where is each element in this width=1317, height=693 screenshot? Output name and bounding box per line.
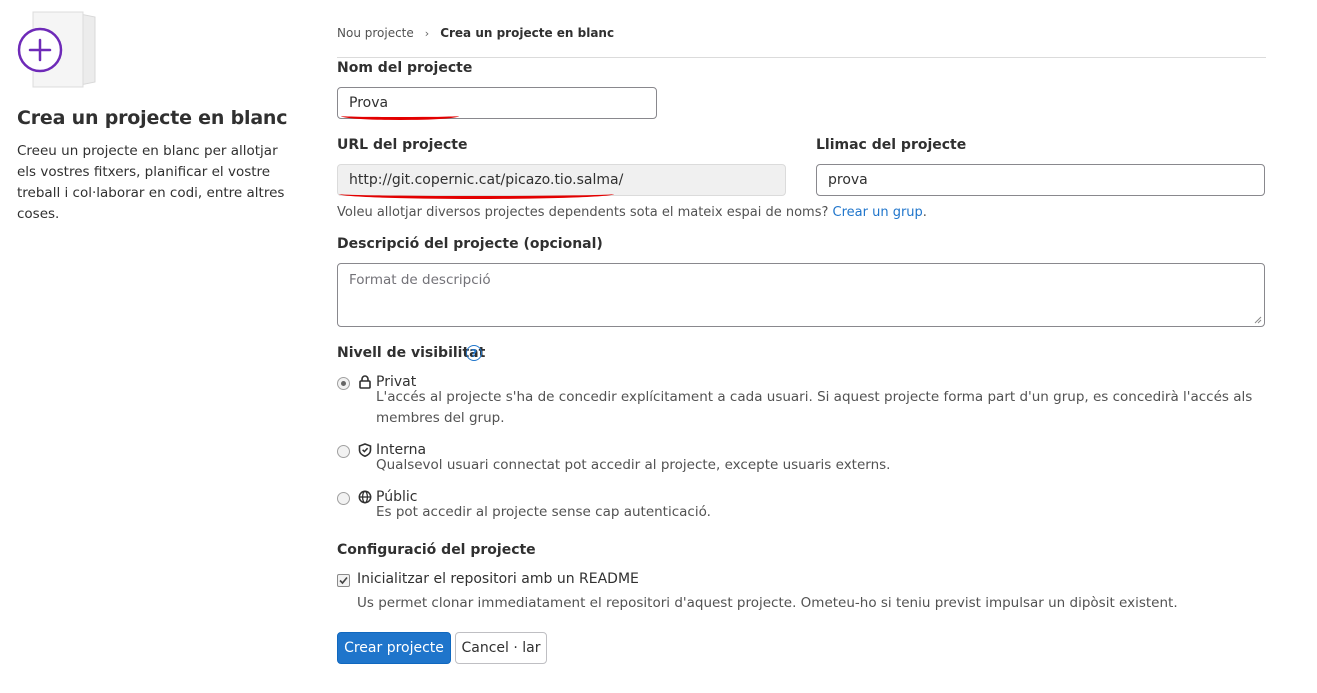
visibility-radio-public[interactable] bbox=[337, 492, 350, 505]
visibility-radio-internal[interactable] bbox=[337, 445, 350, 458]
visibility-radio-private[interactable] bbox=[337, 377, 350, 390]
visibility-label: Nivell de visibilitat bbox=[337, 345, 486, 361]
project-slug-input[interactable]: prova bbox=[816, 164, 1265, 196]
annotation-underline bbox=[339, 189, 614, 199]
breadcrumb-current: Crea un projecte en blanc bbox=[440, 26, 615, 40]
resize-grip-icon[interactable] bbox=[1254, 316, 1262, 324]
visibility-public-description: Es pot accedir al projecte sense cap aut… bbox=[376, 504, 711, 520]
namespace-help-text: Voleu allotjar diversos projectes depend… bbox=[337, 205, 829, 220]
project-url-label: URL del projecte bbox=[337, 137, 468, 153]
divider bbox=[337, 57, 1266, 58]
left-description: Creeu un projecte en blanc per allotjar … bbox=[17, 143, 285, 222]
readme-help: Us permet clonar immediatament el reposi… bbox=[357, 595, 1178, 611]
globe-icon bbox=[358, 490, 372, 504]
blank-project-illustration bbox=[17, 10, 99, 90]
namespace-help-end: . bbox=[922, 205, 927, 220]
project-slug-label: Llimac del projecte bbox=[816, 137, 967, 153]
project-url-value: http://git.copernic.cat/picazo.tio.salma… bbox=[349, 172, 624, 188]
config-label: Configuració del projecte bbox=[337, 542, 536, 558]
annotation-underline bbox=[341, 112, 459, 120]
description-textarea[interactable]: Format de descripció bbox=[337, 263, 1265, 327]
breadcrumb-new-project[interactable]: Nou projecte bbox=[337, 26, 414, 40]
chevron-right-icon: › bbox=[424, 26, 430, 40]
namespace-help: Voleu allotjar diversos projectes depend… bbox=[337, 205, 927, 220]
create-group-link[interactable]: Crear un grup bbox=[833, 205, 923, 220]
visibility-internal-description: Qualsevol usuari connectat pot accedir a… bbox=[376, 457, 891, 473]
visibility-private-description: L'accés al projecte s'ha de concedir exp… bbox=[376, 389, 1253, 426]
breadcrumb: Nou projecte › Crea un projecte en blanc bbox=[337, 26, 614, 40]
shield-icon bbox=[358, 443, 372, 457]
project-name-value: Prova bbox=[349, 95, 389, 111]
create-project-button[interactable]: Crear projecte bbox=[337, 632, 451, 664]
project-name-label: Nom del projecte bbox=[337, 60, 473, 76]
left-title: Crea un projecte en blanc bbox=[17, 107, 288, 129]
project-slug-value: prova bbox=[828, 172, 868, 188]
description-placeholder: Format de descripció bbox=[349, 272, 491, 288]
readme-label[interactable]: Inicialitzar el repositori amb un README bbox=[357, 571, 639, 587]
description-label: Descripció del projecte (opcional) bbox=[337, 236, 603, 252]
readme-checkbox[interactable] bbox=[337, 574, 350, 587]
question-circle-icon[interactable]: ? bbox=[466, 345, 482, 361]
cancel-button[interactable]: Cancel · lar bbox=[455, 632, 547, 664]
checkmark-icon bbox=[339, 576, 348, 585]
lock-icon bbox=[359, 375, 371, 389]
